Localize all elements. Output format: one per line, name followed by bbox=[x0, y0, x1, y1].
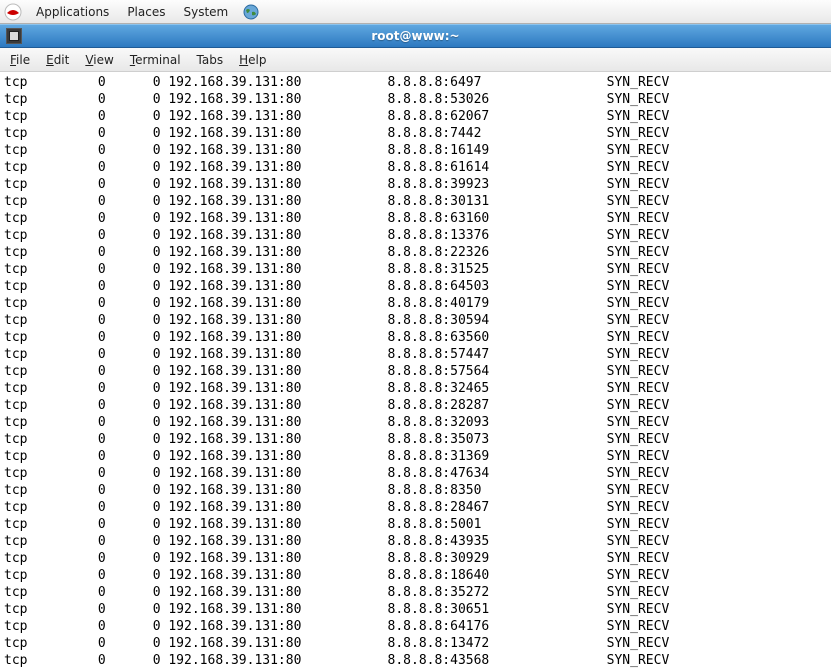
panel-places[interactable]: Places bbox=[123, 3, 169, 21]
menu-tabs[interactable]: Tabs bbox=[197, 53, 224, 67]
menu-edit[interactable]: Edit bbox=[46, 53, 69, 67]
terminal-icon bbox=[6, 28, 22, 44]
menu-file[interactable]: File bbox=[10, 53, 30, 67]
window-titlebar[interactable]: root@www:~ bbox=[0, 24, 831, 48]
globe-icon[interactable] bbox=[242, 3, 260, 21]
menu-terminal[interactable]: Terminal bbox=[130, 53, 181, 67]
gnome-panel: Applications Places System bbox=[0, 0, 831, 24]
redhat-icon bbox=[4, 3, 22, 21]
panel-system[interactable]: System bbox=[179, 3, 232, 21]
panel-applications[interactable]: Applications bbox=[32, 3, 113, 21]
window-title: root@www:~ bbox=[0, 29, 831, 43]
menubar: File Edit View Terminal Tabs Help bbox=[0, 48, 831, 72]
terminal-output[interactable]: tcp 0 0 192.168.39.131:80 8.8.8.8:6497 S… bbox=[0, 72, 831, 670]
menu-help[interactable]: Help bbox=[239, 53, 266, 67]
menu-view[interactable]: View bbox=[85, 53, 113, 67]
